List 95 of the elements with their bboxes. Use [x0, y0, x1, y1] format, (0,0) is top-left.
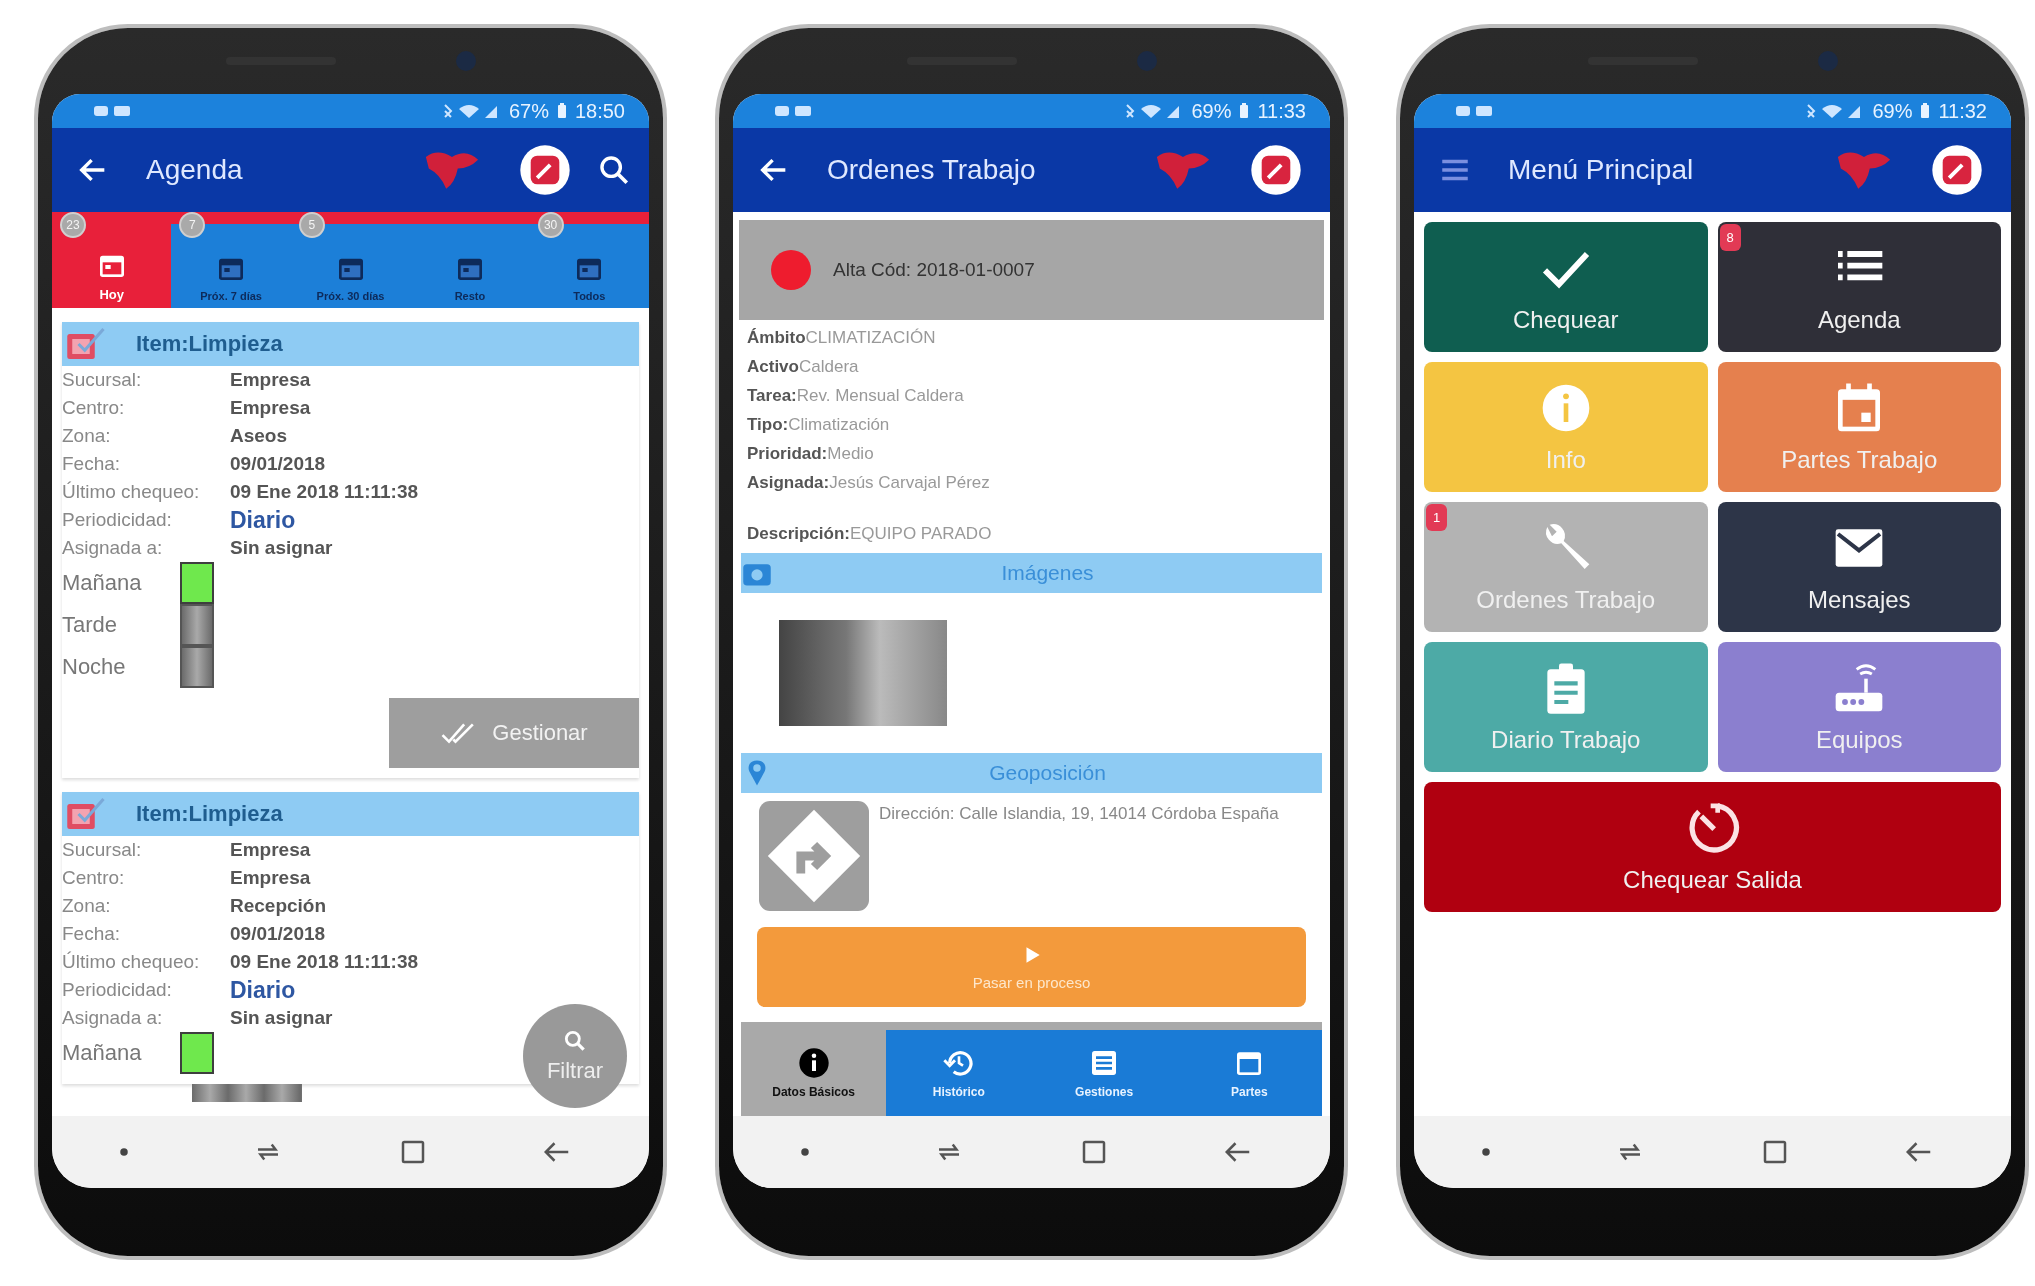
app-logo-icon[interactable]	[519, 144, 571, 196]
app-logo-icon[interactable]	[1931, 144, 1983, 196]
menu-tile[interactable]: 8 Agenda	[1717, 222, 2001, 352]
field-value: Recepción	[230, 895, 327, 917]
bottom-tab[interactable]: Partes	[1176, 1030, 1322, 1116]
count-badge: 30	[537, 212, 564, 238]
section-title: Imágenes	[1000, 561, 1095, 585]
field-label: Último chequeo:	[62, 951, 201, 973]
count-badge: 8	[1719, 224, 1741, 251]
search-icon[interactable]	[597, 153, 631, 187]
field-value: 09 Ene 2018 11:11:38	[230, 951, 419, 973]
description-line: Descripción:EQUIPO PARADO	[747, 524, 993, 545]
checklist-icon	[66, 326, 106, 362]
count-badge: 7	[179, 212, 206, 238]
section-title: Geoposición	[988, 761, 1107, 785]
filter-tab[interactable]: 23 Hoy	[52, 212, 172, 308]
clock-time: 11:32	[1938, 99, 1987, 123]
detail-line: Tarea:Rev. Mensual Caldera	[747, 386, 965, 407]
field-label: Zona:	[62, 425, 112, 447]
screen-title: Agenda	[146, 154, 243, 186]
field-value: Empresa	[230, 369, 311, 391]
shift-label: Noche	[62, 654, 127, 680]
field-label: Periodicidad:	[62, 979, 173, 1001]
field-value: Empresa	[230, 397, 311, 419]
detail-line: Prioridad:Medio	[747, 444, 875, 465]
battery-icon	[556, 103, 567, 119]
screen-title: Ordenes Trabajo	[827, 154, 1036, 186]
menu-tile[interactable]: 1 Ordenes Trabajo	[1424, 502, 1708, 632]
clock-time: 11:33	[1257, 99, 1306, 123]
info-icon	[797, 1047, 830, 1079]
field-value: Sin asignar	[230, 1007, 333, 1029]
clock-time: 18:50	[574, 99, 625, 123]
screen-title: Menú Principal	[1508, 154, 1694, 186]
field-value: Diario	[230, 976, 296, 1004]
field-value: 09 Ene 2018 11:11:38	[230, 481, 419, 503]
app-logo-icon[interactable]	[1250, 144, 1302, 196]
card-title: Item:Limpieza	[136, 801, 283, 827]
shift-label: Mañana	[62, 570, 143, 596]
field-value: Aseos	[230, 425, 288, 447]
field-label: Fecha:	[62, 453, 122, 475]
menu-tile[interactable]: Chequear Salida	[1424, 782, 2001, 912]
shift-label: Mañana	[62, 1040, 143, 1066]
process-button[interactable]: Pasar en proceso	[757, 927, 1306, 1007]
order-code: Alta Cód: 2018-01-0007	[833, 259, 1035, 281]
field-label: Último chequeo:	[62, 481, 201, 503]
filter-tab[interactable]: 30 Todos	[529, 212, 649, 308]
camera-lens	[455, 51, 476, 71]
field-label: Sucursal:	[62, 839, 143, 861]
field-label: Zona:	[62, 895, 112, 917]
menu-tile[interactable]: Equipos	[1717, 642, 2001, 772]
menu-tile[interactable]: Partes Trabajo	[1717, 362, 2001, 492]
field-value: Diario	[230, 506, 296, 534]
photo-placeholder[interactable]	[779, 620, 947, 726]
bottom-tab[interactable]: Gestiones	[1031, 1030, 1177, 1116]
field-label: Asignada a:	[62, 1007, 164, 1029]
checklist-icon	[66, 796, 106, 832]
bottom-tab[interactable]: Histórico	[886, 1030, 1032, 1116]
field-value: 09/01/2018	[230, 453, 326, 475]
count-badge: 23	[60, 212, 86, 238]
count-badge: 1	[1426, 504, 1448, 531]
battery-percent: 69%	[1191, 99, 1232, 123]
menu-tile[interactable]: Mensajes	[1717, 502, 2001, 632]
manage-button[interactable]: Gestionar	[389, 698, 639, 768]
battery-icon	[1239, 103, 1250, 119]
detail-line: ActivoCaldera	[747, 357, 860, 378]
field-value: Empresa	[230, 867, 311, 889]
field-label: Fecha:	[62, 923, 122, 945]
filter-tab[interactable]: 5 Próx. 30 días	[290, 212, 411, 308]
camera-lens	[1817, 51, 1838, 71]
camera-lens	[1136, 51, 1157, 71]
field-label: Sucursal:	[62, 369, 143, 391]
detail-line: Asignada:Jesús Carvajal Pérez	[747, 473, 991, 494]
battery-percent: 69%	[1872, 99, 1913, 123]
count-badge: 5	[298, 212, 325, 238]
field-value: Empresa	[230, 839, 311, 861]
field-label: Asignada a:	[62, 537, 164, 559]
menu-tile[interactable]: Diario Trabajo	[1424, 642, 1708, 772]
battery-percent: 67%	[508, 99, 549, 123]
field-label: Periodicidad:	[62, 509, 173, 531]
card-title: Item:Limpieza	[136, 331, 283, 357]
field-label: Centro:	[62, 397, 126, 419]
field-value: Sin asignar	[230, 537, 333, 559]
search-icon	[562, 1028, 588, 1054]
bottom-tab[interactable]: Datos Básicos	[741, 1030, 887, 1116]
filter-tab[interactable]: Resto	[410, 212, 530, 308]
filter-button[interactable]: Filtrar	[523, 1004, 627, 1108]
filter-tab[interactable]: 7 Próx. 7 días	[171, 212, 291, 308]
shift-label: Tarde	[62, 612, 119, 638]
battery-icon	[1920, 103, 1931, 119]
detail-line: Tipo:Climatización	[747, 415, 891, 436]
detail-line: ÁmbitoCLIMATIZACIÓN	[747, 328, 937, 349]
field-label: Centro:	[62, 867, 126, 889]
address-text: Dirección: Calle Islandia, 19, 14014 Córdoba España	[879, 803, 1279, 825]
field-value: 09/01/2018	[230, 923, 326, 945]
menu-tile[interactable]: Chequear	[1424, 222, 1708, 352]
